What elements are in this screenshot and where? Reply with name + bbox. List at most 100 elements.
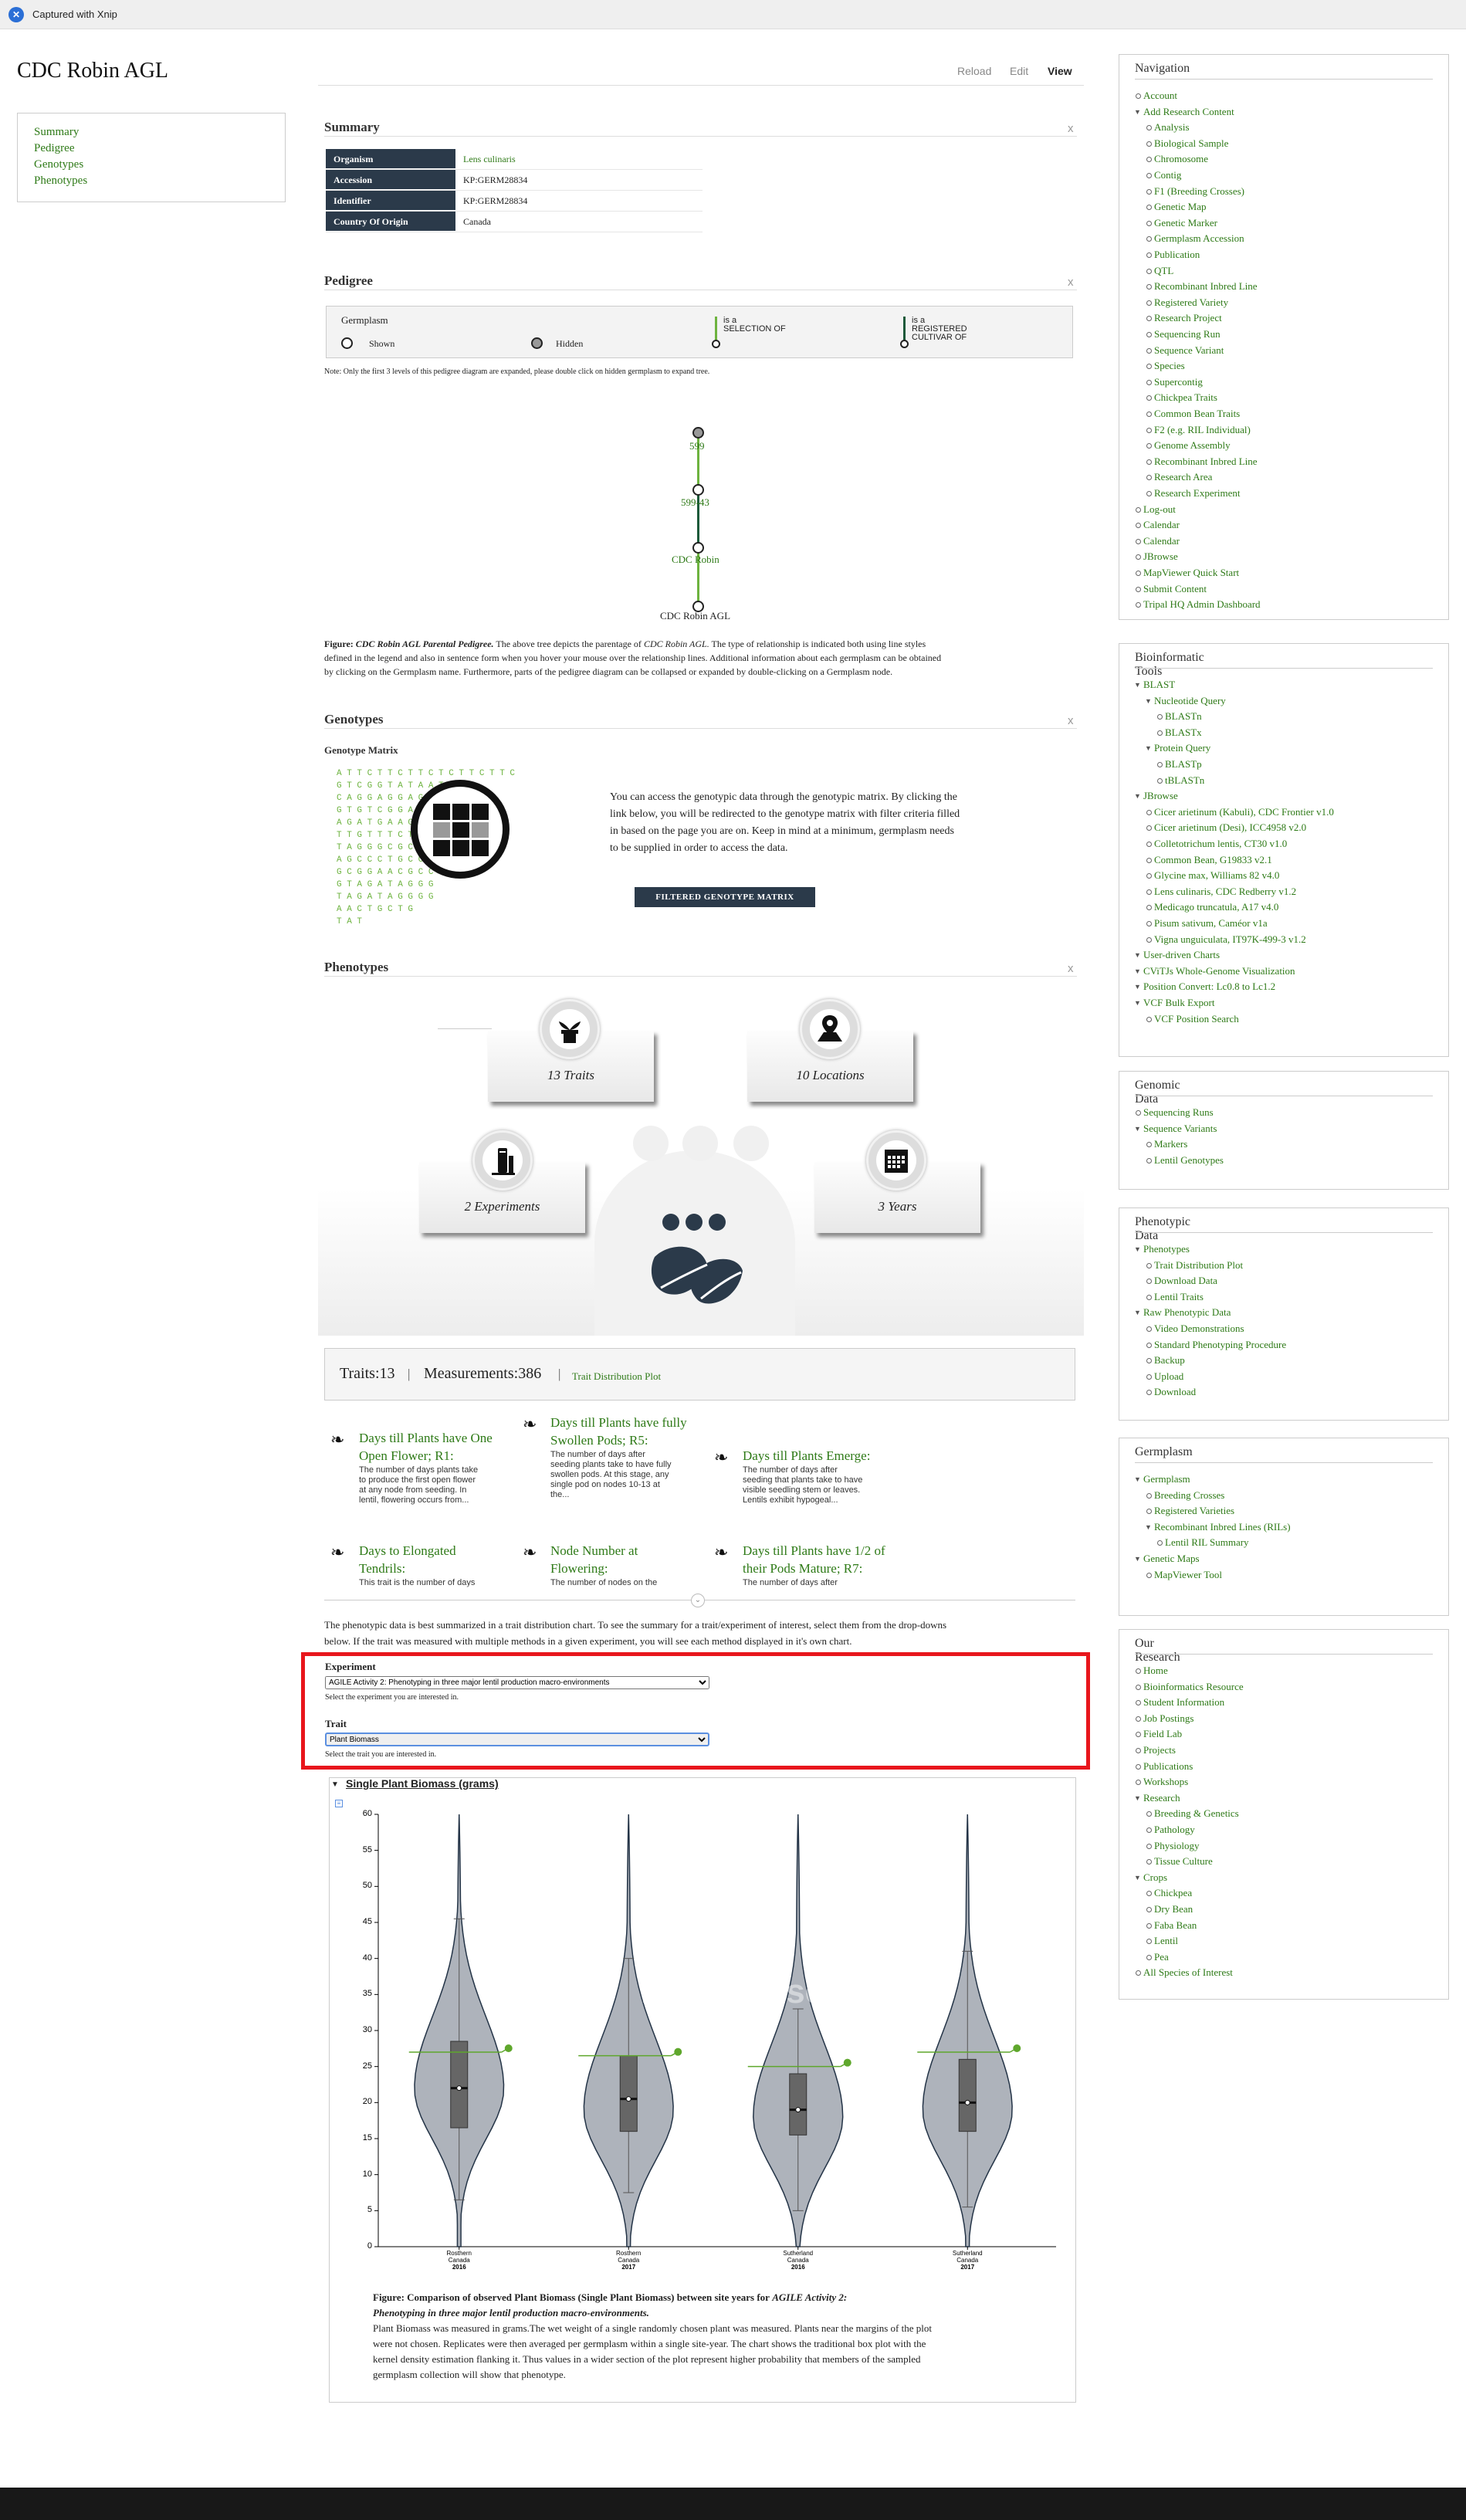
trait-title[interactable]: Days till Plants have fully Swollen Pods;…: [550, 1414, 687, 1449]
sidebar-link[interactable]: Tripal HQ Admin Dashboard: [1143, 598, 1261, 611]
trait-title-line[interactable]: Days till Plants have 1/2 of: [743, 1542, 885, 1560]
sidebar-link[interactable]: Sequencing Run: [1154, 328, 1221, 340]
expand-triangle-icon[interactable]: ▼: [1134, 1245, 1141, 1253]
sidebar-link[interactable]: User-driven Charts: [1143, 949, 1220, 961]
sidebar-link[interactable]: Calendar: [1143, 519, 1180, 531]
sidebar-link[interactable]: Home: [1143, 1665, 1168, 1677]
sidebar-link[interactable]: Publications: [1143, 1760, 1193, 1773]
sidebar-link[interactable]: Pathology: [1154, 1824, 1195, 1836]
sidebar-link[interactable]: F2 (e.g. RIL Individual): [1154, 424, 1251, 436]
sidebar-link[interactable]: Analysis: [1154, 121, 1190, 134]
expand-triangle-icon[interactable]: ▼: [1134, 983, 1141, 991]
trait-title-line[interactable]: Days till Plants have One: [359, 1429, 493, 1447]
sidebar-link[interactable]: Recombinant Inbred Line: [1154, 280, 1258, 293]
sidebar-link[interactable]: Nucleotide Query: [1154, 695, 1226, 707]
expand-triangle-icon[interactable]: ▼: [1134, 967, 1141, 975]
trait-title-line[interactable]: Days till Plants Emerge:: [743, 1447, 870, 1465]
trait-title-line[interactable]: Days to Elongated: [359, 1542, 456, 1560]
sidebar-link[interactable]: Protein Query: [1154, 742, 1210, 754]
sidebar-link[interactable]: Research Experiment: [1154, 487, 1241, 500]
sidebar-link[interactable]: BLASTp: [1165, 758, 1202, 771]
sidebar-link[interactable]: Lentil Traits: [1154, 1291, 1204, 1303]
sidebar-link[interactable]: Download Data: [1154, 1275, 1217, 1287]
sidebar-link[interactable]: MapViewer Quick Start: [1143, 567, 1239, 579]
nav-link-pedigree[interactable]: Pedigree: [34, 142, 74, 155]
phenotypes-close-icon[interactable]: x: [1068, 962, 1074, 975]
sidebar-link[interactable]: VCF Position Search: [1154, 1013, 1239, 1025]
sidebar-link[interactable]: F1 (Breeding Crosses): [1154, 185, 1244, 198]
pedigree-label-cdc-robin[interactable]: CDC Robin: [672, 554, 719, 566]
expand-triangle-icon[interactable]: ▼: [1145, 744, 1152, 752]
chevron-down-icon[interactable]: ⌄: [691, 1594, 705, 1607]
sidebar-link[interactable]: CViTJs Whole-Genome Visualization: [1143, 965, 1295, 977]
sidebar-link[interactable]: Markers: [1154, 1138, 1187, 1150]
nav-link-summary[interactable]: Summary: [34, 126, 79, 139]
sidebar-link[interactable]: Lentil Genotypes: [1154, 1154, 1224, 1167]
pedigree-node-hidden[interactable]: [692, 427, 704, 439]
sidebar-link[interactable]: JBrowse: [1143, 790, 1178, 802]
trait-title-line[interactable]: their Pods Mature; R7:: [743, 1560, 885, 1577]
sidebar-link[interactable]: Chickpea Traits: [1154, 391, 1217, 404]
nav-link-phenotypes[interactable]: Phenotypes: [34, 174, 87, 188]
sidebar-link[interactable]: Genetic Marker: [1154, 217, 1217, 229]
sidebar-link[interactable]: Submit Content: [1143, 583, 1207, 595]
genotypes-close-icon[interactable]: x: [1068, 714, 1074, 727]
sidebar-link[interactable]: tBLASTn: [1165, 774, 1204, 787]
trait-title[interactable]: Days till Plants have One Open Flower; R1…: [359, 1429, 493, 1465]
sidebar-link[interactable]: Bioinformatics Resource: [1143, 1681, 1244, 1693]
sidebar-link[interactable]: All Species of Interest: [1143, 1966, 1233, 1979]
pedigree-label-599-43[interactable]: 599-43: [681, 496, 709, 509]
sidebar-link[interactable]: Log-out: [1143, 503, 1176, 516]
sidebar-link[interactable]: Registered Varieties: [1154, 1505, 1234, 1517]
sidebar-link[interactable]: BLASTx: [1165, 727, 1202, 739]
trait-title[interactable]: Days till Plants Emerge:: [743, 1447, 870, 1465]
sidebar-link[interactable]: Field Lab: [1143, 1728, 1182, 1740]
expand-triangle-icon[interactable]: ▼: [1134, 108, 1141, 116]
tab-reload[interactable]: Reload: [957, 65, 991, 77]
sidebar-link[interactable]: Chickpea: [1154, 1887, 1192, 1899]
sidebar-link[interactable]: Phenotypes: [1143, 1243, 1190, 1255]
sidebar-link[interactable]: Dry Bean: [1154, 1903, 1193, 1915]
sidebar-link[interactable]: Faba Bean: [1154, 1919, 1197, 1932]
trait-title-line[interactable]: Days till Plants have fully: [550, 1414, 687, 1431]
sidebar-link[interactable]: Raw Phenotypic Data: [1143, 1306, 1231, 1319]
sidebar-link[interactable]: Colletotrichum lentis, CT30 v1.0: [1154, 838, 1287, 850]
summary-close-icon[interactable]: x: [1068, 122, 1074, 135]
sidebar-link[interactable]: Glycine max, Williams 82 v4.0: [1154, 869, 1279, 882]
sidebar-link[interactable]: JBrowse: [1143, 550, 1178, 563]
sidebar-link[interactable]: Germplasm Accession: [1154, 232, 1244, 245]
pedigree-label-599[interactable]: 599: [689, 440, 705, 452]
sidebar-link[interactable]: Recombinant Inbred Lines (RILs): [1154, 1521, 1291, 1533]
trait-title-line[interactable]: Node Number at: [550, 1542, 638, 1560]
sidebar-link[interactable]: Common Bean Traits: [1154, 408, 1240, 420]
sidebar-link[interactable]: Breeding Crosses: [1154, 1489, 1224, 1502]
organism-link[interactable]: Lens culinaris: [463, 154, 516, 165]
tab-edit[interactable]: Edit: [1010, 65, 1028, 77]
pedigree-close-icon[interactable]: x: [1068, 276, 1074, 289]
expand-triangle-icon[interactable]: ▼: [1134, 999, 1141, 1007]
chart-title[interactable]: Single Plant Biomass (grams): [346, 1777, 499, 1790]
sidebar-link[interactable]: Sequence Variant: [1154, 344, 1224, 357]
sidebar-link[interactable]: Breeding & Genetics: [1154, 1807, 1239, 1820]
sidebar-link[interactable]: Position Convert: Lc0.8 to Lc1.2: [1143, 981, 1275, 993]
sidebar-link[interactable]: QTL: [1154, 265, 1173, 277]
trait-title-line[interactable]: Open Flower; R1:: [359, 1447, 493, 1465]
trait-title-line[interactable]: Tendrils:: [359, 1560, 456, 1577]
sidebar-link[interactable]: Research Area: [1154, 471, 1212, 483]
sidebar-link[interactable]: Publication: [1154, 249, 1200, 261]
sidebar-link[interactable]: Calendar: [1143, 535, 1180, 547]
expand-triangle-icon[interactable]: ▼: [1134, 1475, 1141, 1483]
pedigree-node[interactable]: [692, 542, 704, 554]
expand-triangle-icon[interactable]: ▼: [1134, 1874, 1141, 1882]
sidebar-link[interactable]: BLAST: [1143, 679, 1175, 691]
sidebar-link[interactable]: Research Project: [1154, 312, 1222, 324]
sidebar-link[interactable]: Video Demonstrations: [1154, 1323, 1244, 1335]
expand-triangle-icon[interactable]: ▼: [1134, 1125, 1141, 1133]
collapse-triangle-icon[interactable]: ▼: [331, 1780, 339, 1789]
trait-distribution-plot-link[interactable]: Trait Distribution Plot: [572, 1370, 661, 1383]
expand-triangle-icon[interactable]: ▼: [1145, 1523, 1152, 1531]
trait-title[interactable]: Node Number at Flowering:: [550, 1542, 638, 1577]
sidebar-link[interactable]: Download: [1154, 1386, 1196, 1398]
sidebar-link[interactable]: Physiology: [1154, 1840, 1200, 1852]
sidebar-link[interactable]: Cicer arietinum (Kabuli), CDC Frontier v…: [1154, 806, 1334, 818]
